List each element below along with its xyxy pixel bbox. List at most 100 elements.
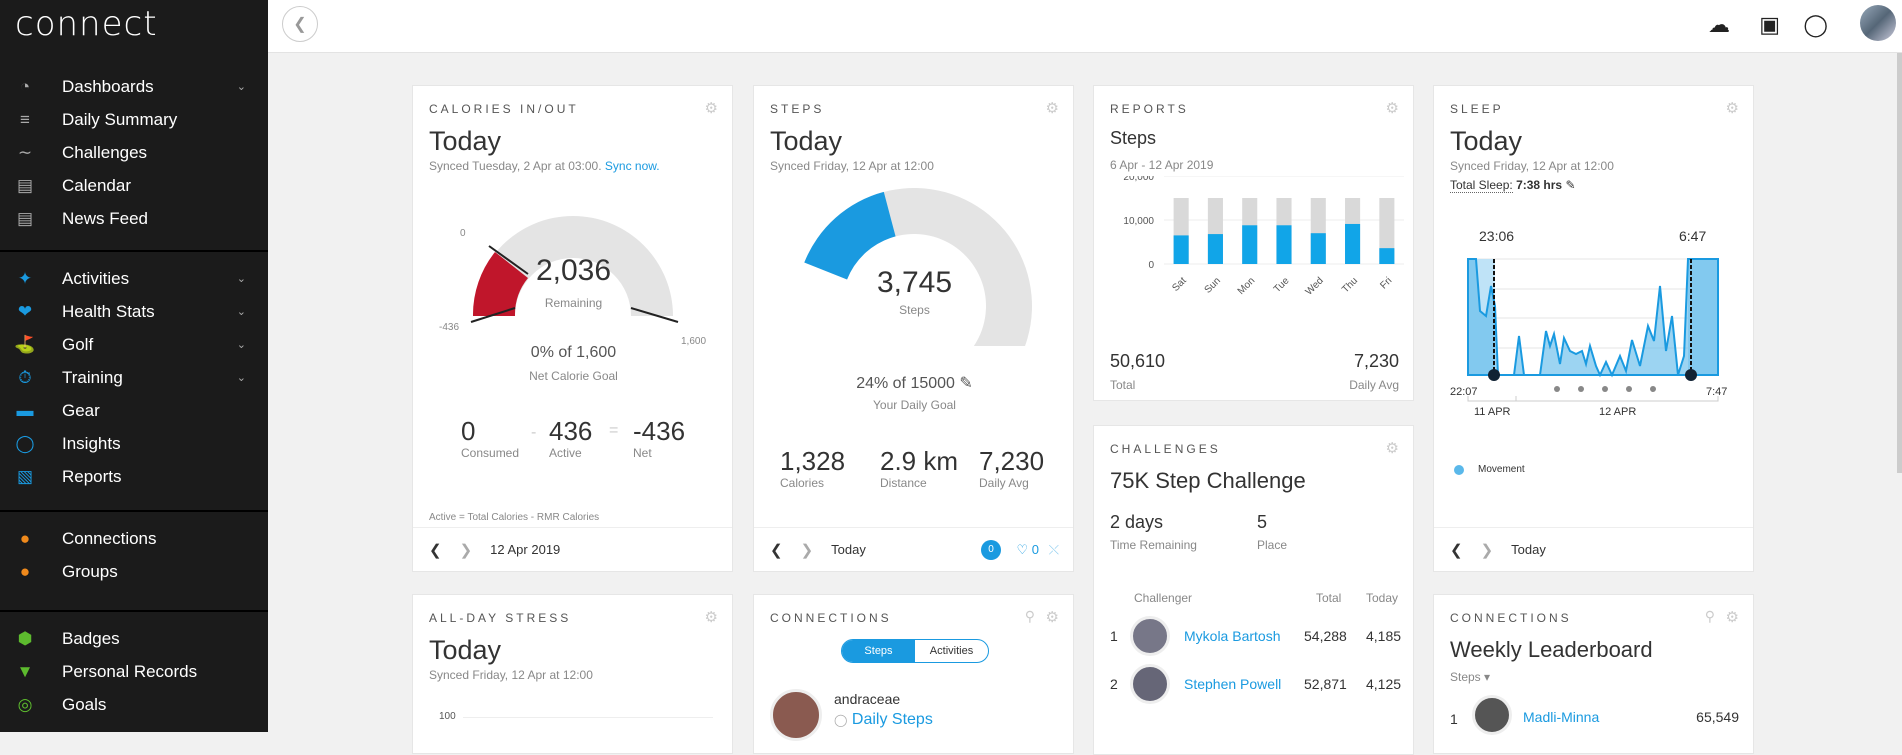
gear-icon[interactable]: ⚙	[1386, 99, 1399, 117]
sync-status: Synced Friday, 12 Apr at 12:00	[1450, 159, 1614, 173]
card-title: CONNECTIONS	[770, 611, 892, 625]
sidebar-item-challenges[interactable]: ∼ Challenges	[0, 136, 268, 169]
sidebar-item-label: Challenges	[62, 142, 148, 162]
user-avatar[interactable]	[770, 689, 822, 741]
chevron-down-icon[interactable]: ⌄	[237, 305, 246, 318]
heart-icon: ♡	[1016, 541, 1029, 557]
calendar-icon: ▤	[16, 175, 34, 195]
sidebar-item-daily-summary[interactable]: ≡ Daily Summary	[0, 103, 268, 136]
prev-day-button[interactable]: ❮	[770, 541, 783, 559]
user-avatar[interactable]	[1130, 664, 1170, 704]
gear-icon[interactable]: ⚙	[1046, 99, 1059, 117]
next-day-button[interactable]: ❯	[801, 541, 814, 559]
chevron-down-icon[interactable]: ⌄	[237, 80, 246, 93]
steps-bar	[1276, 225, 1292, 264]
date-label: Today	[831, 542, 866, 557]
sidebar-item-reports[interactable]: ▧ Reports	[0, 460, 268, 493]
sidebar-item-label: Insights	[62, 433, 121, 453]
activity-link[interactable]: Daily Steps	[852, 711, 933, 728]
sync-now-link[interactable]: Sync now.	[605, 159, 660, 173]
active-note: Active = Total Calories - RMR Calories	[429, 512, 600, 523]
sidebar-item-groups[interactable]: ● Groups	[0, 555, 268, 588]
challenges-card: CHALLENGES ⚙ 75K Step Challenge 2 days T…	[1093, 425, 1414, 755]
sidebar-item-news-feed[interactable]: ▤ News Feed	[0, 202, 268, 235]
layers-icon: ≡	[20, 109, 30, 129]
sidebar-item-gear[interactable]: ▬ Gear	[0, 394, 268, 427]
sidebar-item-connections[interactable]: ● Connections	[0, 522, 268, 555]
calories-card: CALORIES IN/OUT ⚙ Today Synced Tuesday, …	[412, 85, 733, 572]
prev-day-button[interactable]: ❮	[429, 541, 442, 559]
user-avatar[interactable]	[1130, 616, 1170, 656]
caret-down-icon: ▾	[1484, 670, 1491, 684]
gear-icon[interactable]: ⚙	[1726, 608, 1739, 626]
sidebar-item-health-stats[interactable]: ❤ Health Stats ⌄	[0, 295, 268, 328]
gear-icon[interactable]: ⚙	[705, 608, 718, 626]
distance-value: 2.9 km	[880, 446, 959, 476]
sidebar-item-label: Calendar	[62, 175, 131, 195]
sidebar-item-label: Health Stats	[62, 301, 155, 321]
rank: 1	[1450, 711, 1458, 727]
inbox-icon[interactable]: ▣	[1759, 12, 1780, 38]
metric-dropdown[interactable]: Steps ▾	[1450, 670, 1490, 684]
next-day-button[interactable]: ❯	[1481, 541, 1494, 559]
upload-cloud-icon[interactable]: ☁	[1708, 12, 1730, 38]
watch-icon[interactable]: ◯	[1803, 12, 1828, 38]
speedometer-icon: ◔	[19, 76, 31, 96]
sidebar-item-dashboards[interactable]: ◔ Dashboards ⌄	[0, 70, 268, 103]
steps-bar	[1173, 235, 1189, 264]
chevron-down-icon[interactable]: ⌄	[237, 272, 246, 285]
sidebar-item-golf[interactable]: ⛳ Golf ⌄	[0, 328, 268, 361]
calories-label: Calories	[780, 476, 825, 490]
prev-day-button[interactable]: ❮	[1450, 541, 1463, 559]
gear-icon[interactable]: ⚙	[705, 99, 718, 117]
sidebar-item-training[interactable]: ⏱ Training ⌄	[0, 361, 268, 394]
gear-icon[interactable]: ⚙	[1386, 439, 1399, 457]
sidebar-item-personal-records[interactable]: ▼ Personal Records	[0, 655, 268, 688]
scrollbar[interactable]	[1897, 53, 1902, 473]
sidebar-item-goals[interactable]: ◎ Goals	[0, 688, 268, 721]
card-footer: ❮ ❯ 12 Apr 2019	[413, 527, 732, 571]
chevron-down-icon[interactable]: ⌄	[237, 371, 246, 384]
pencil-icon[interactable]: ✎	[1565, 178, 1575, 192]
challenge-name[interactable]: 75K Step Challenge	[1110, 468, 1306, 494]
card-heading: Today	[429, 126, 502, 156]
sidebar-item-insights[interactable]: ◯ Insights	[0, 427, 268, 460]
search-icon[interactable]: ⚲	[1705, 608, 1715, 625]
challenger-name[interactable]: Mykola Bartosh	[1184, 628, 1280, 644]
tab-steps[interactable]: Steps	[842, 640, 915, 662]
user-avatar[interactable]	[1860, 5, 1896, 41]
sidebar-item-badges[interactable]: ⬢ Badges	[0, 622, 268, 655]
card-title: STEPS	[770, 102, 825, 116]
share-icon[interactable]: ⤬	[1049, 542, 1059, 558]
pencil-icon[interactable]: ✎	[959, 375, 972, 392]
sidebar-item-label: Groups	[62, 561, 118, 581]
nav-group: ● Connections ● Groups	[0, 510, 268, 588]
collapse-sidebar-button[interactable]: ❮	[282, 6, 318, 42]
challenger-name[interactable]: Stephen Powell	[1184, 676, 1281, 692]
date-label: 12 Apr 2019	[490, 542, 561, 557]
sidebar-item-label: Training	[62, 367, 123, 387]
sidebar-item-label: News Feed	[62, 208, 148, 228]
connection-name[interactable]: andraceae	[834, 691, 900, 707]
next-day-button[interactable]: ❯	[460, 541, 473, 559]
chevron-down-icon[interactable]: ⌄	[237, 338, 246, 351]
sidebar-item-activities[interactable]: ✦ Activities ⌄	[0, 262, 268, 295]
nav-group: ⬢ Badges ▼ Personal Records ◎ Goals	[0, 610, 268, 721]
comments-button[interactable]: 0	[981, 539, 1001, 560]
leader-name[interactable]: Madli-Minna	[1523, 709, 1599, 725]
user-avatar[interactable]	[1472, 695, 1512, 735]
sidebar-item-calendar[interactable]: ▤ Calendar	[0, 169, 268, 202]
connections-card: CONNECTIONS ⚲ ⚙ Steps Activities andrace…	[753, 594, 1074, 754]
logo[interactable]: connect	[15, 4, 158, 44]
search-icon[interactable]: ⚲	[1025, 608, 1035, 625]
like-button[interactable]: ♡ 0	[1016, 542, 1039, 558]
tab-activities[interactable]: Activities	[915, 640, 988, 662]
card-title: CONNECTIONS	[1450, 611, 1572, 625]
runner-icon: ✦	[17, 268, 33, 288]
steps-bar	[1379, 248, 1395, 264]
daily-avg-label: Daily Avg	[979, 476, 1029, 490]
equals-sign: =	[609, 422, 619, 439]
gear-icon[interactable]: ⚙	[1726, 99, 1739, 117]
distance-label: Distance	[880, 476, 927, 490]
gear-icon[interactable]: ⚙	[1046, 608, 1059, 626]
